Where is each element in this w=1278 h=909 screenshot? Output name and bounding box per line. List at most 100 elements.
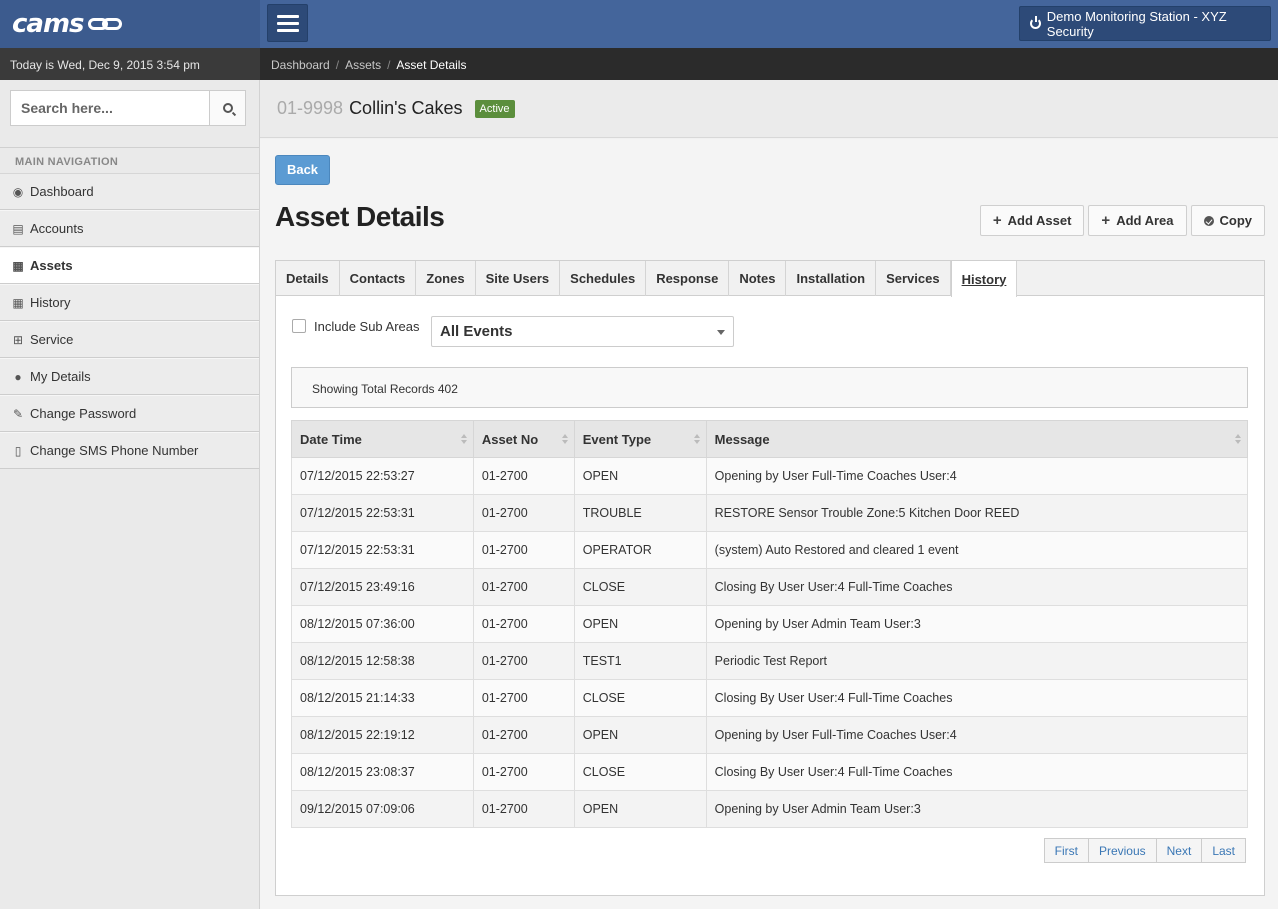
- tab-history[interactable]: History: [950, 261, 1018, 297]
- tab-services[interactable]: Services: [876, 261, 951, 296]
- cell-event-type: TROUBLE: [573, 494, 707, 532]
- cell-asset-no: 01-2700: [472, 531, 575, 569]
- sidebar-item-service[interactable]: ⊞ Service: [0, 321, 259, 358]
- sidebar-item-history[interactable]: ▦ History: [0, 284, 259, 321]
- chain-link-icon: [87, 16, 126, 32]
- calendar-icon: ▦: [12, 295, 24, 310]
- column-date-time[interactable]: Date Time: [291, 420, 474, 458]
- cell-message: RESTORE Sensor Trouble Zone:5 Kitchen Do…: [705, 494, 1249, 532]
- previous-page-button[interactable]: Previous: [1087, 838, 1157, 863]
- check-circle-icon: [1203, 215, 1214, 226]
- hamburger-icon: [276, 14, 299, 18]
- event-type-select[interactable]: All Events: [431, 316, 734, 347]
- cell-date-time: 07/12/2015 23:49:16: [291, 568, 474, 606]
- tab-site-users[interactable]: Site Users: [476, 261, 561, 296]
- next-page-button[interactable]: Next: [1155, 838, 1203, 863]
- pagination: First Previous Next Last: [1043, 838, 1246, 863]
- tab-response[interactable]: Response: [646, 261, 730, 296]
- search-icon: [222, 103, 233, 113]
- sort-icon: [561, 434, 568, 445]
- sidebar: MAIN NAVIGATION ◉ Dashboard ▤ Accounts ▦…: [0, 80, 260, 909]
- status-badge: Active: [474, 99, 515, 118]
- breadcrumb-assets[interactable]: Assets: [345, 58, 381, 72]
- station-label: Demo Monitoring Station - XYZ Security: [1046, 8, 1227, 39]
- cell-event-type: CLOSE: [573, 753, 707, 791]
- breadcrumb-current: Asset Details: [396, 58, 467, 72]
- sort-icon: [460, 434, 467, 445]
- asset-tabs: Details Contacts Zones Site Users Schedu…: [276, 261, 1264, 297]
- tab-installation[interactable]: Installation: [786, 261, 877, 296]
- cell-message: Opening by User Admin Team User:3: [705, 605, 1249, 643]
- search-input[interactable]: [10, 90, 210, 126]
- column-event-type[interactable]: Event Type: [573, 420, 707, 458]
- logo-text: cams: [12, 9, 85, 39]
- history-table: Date Time Asset No Event Type Message 07…: [291, 420, 1249, 828]
- sidebar-item-change-sms[interactable]: ▯ Change SMS Phone Number: [0, 432, 259, 469]
- asset-number: 01-9998: [277, 98, 344, 118]
- sidebar-item-change-password[interactable]: ✎ Change Password: [0, 395, 259, 432]
- table-row[interactable]: 07/12/2015 23:49:16 01-2700 CLOSE Closing B…: [291, 568, 1249, 606]
- tab-schedules[interactable]: Schedules: [560, 261, 647, 296]
- column-message[interactable]: Message: [705, 420, 1249, 458]
- tab-zones[interactable]: Zones: [416, 261, 476, 296]
- main-navigation: ◉ Dashboard ▤ Accounts ▦ Assets ▦ Histor…: [0, 173, 259, 469]
- last-page-button[interactable]: Last: [1201, 838, 1246, 863]
- add-area-button[interactable]: + Add Area: [1088, 205, 1187, 236]
- cell-message: Closing By User User:4 Full-Time Coaches: [705, 568, 1249, 606]
- table-row[interactable]: 07/12/2015 22:53:27 01-2700 OPEN Opening by…: [291, 457, 1249, 495]
- table-row[interactable]: 09/12/2015 07:09:06 01-2700 OPEN Opening by…: [291, 790, 1249, 828]
- sidebar-item-assets[interactable]: ▦ Assets: [0, 247, 259, 284]
- table-row[interactable]: 08/12/2015 21:14:33 01-2700 CLOSE Closing B…: [291, 679, 1249, 717]
- first-page-button[interactable]: First: [1043, 838, 1089, 863]
- station-button[interactable]: Demo Monitoring Station - XYZ Security: [1019, 6, 1271, 41]
- edit-icon: ✎: [12, 406, 24, 421]
- copy-button[interactable]: Copy: [1190, 205, 1265, 236]
- history-filters: Include Sub Areas All Events: [292, 316, 752, 348]
- cell-date-time: 08/12/2015 21:14:33: [291, 679, 474, 717]
- search-box: [10, 90, 246, 126]
- cell-message: Opening by User Full-Time Coaches User:4: [705, 457, 1249, 495]
- breadcrumb-dashboard[interactable]: Dashboard: [271, 58, 330, 72]
- book-icon: ▤: [12, 221, 24, 236]
- sort-icon: [1235, 434, 1241, 445]
- table-row[interactable]: 08/12/2015 23:08:37 01-2700 CLOSE Closing B…: [291, 753, 1249, 791]
- tab-details[interactable]: Details: [276, 261, 340, 296]
- menu-toggle-button[interactable]: [267, 4, 308, 42]
- cell-event-type: OPEN: [573, 605, 707, 643]
- cell-date-time: 09/12/2015 07:09:06: [291, 790, 474, 828]
- tab-notes[interactable]: Notes: [729, 261, 787, 296]
- asset-name: Collin's Cakes: [349, 98, 463, 118]
- building-icon: ▦: [12, 258, 24, 273]
- cell-asset-no: 01-2700: [472, 494, 575, 532]
- sidebar-item-accounts[interactable]: ▤ Accounts: [0, 210, 259, 247]
- search-button[interactable]: [210, 90, 246, 126]
- dashboard-icon: ◉: [12, 184, 24, 199]
- cell-message: Closing By User User:4 Full-Time Coaches: [705, 679, 1249, 717]
- cell-date-time: 08/12/2015 23:08:37: [291, 753, 474, 791]
- cell-event-type: TEST1: [573, 642, 707, 680]
- cell-message: Periodic Test Report: [705, 642, 1249, 680]
- logo[interactable]: cams: [0, 0, 260, 48]
- include-sub-areas-label[interactable]: Include Sub Areas: [314, 319, 420, 334]
- cell-event-type: OPERATOR: [573, 531, 707, 569]
- action-buttons: + Add Asset + Add Area Copy: [979, 205, 1265, 236]
- table-row[interactable]: 07/12/2015 22:53:31 01-2700 OPERATOR (syste…: [291, 531, 1249, 569]
- table-row[interactable]: 08/12/2015 22:19:12 01-2700 OPEN Opening by…: [291, 716, 1249, 754]
- records-count: Showing Total Records 402: [291, 367, 1248, 408]
- back-button[interactable]: Back: [275, 155, 330, 185]
- sidebar-item-dashboard[interactable]: ◉ Dashboard: [0, 173, 259, 210]
- include-sub-areas-checkbox[interactable]: [292, 319, 306, 333]
- sidebar-item-my-details[interactable]: ● My Details: [0, 358, 259, 395]
- add-asset-button[interactable]: + Add Asset: [979, 205, 1085, 236]
- power-icon: [1030, 16, 1041, 29]
- table-row[interactable]: 08/12/2015 07:36:00 01-2700 OPEN Opening by…: [291, 605, 1249, 643]
- tab-contacts[interactable]: Contacts: [340, 261, 417, 296]
- history-table-body: 07/12/2015 22:53:27 01-2700 OPEN Opening by…: [291, 457, 1249, 828]
- cell-date-time: 08/12/2015 22:19:12: [291, 716, 474, 754]
- column-asset-no[interactable]: Asset No: [472, 420, 575, 458]
- table-row[interactable]: 07/12/2015 22:53:31 01-2700 TROUBLE RESTORE…: [291, 494, 1249, 532]
- table-row[interactable]: 08/12/2015 12:58:38 01-2700 TEST1 Periodic …: [291, 642, 1249, 680]
- cell-asset-no: 01-2700: [472, 642, 575, 680]
- cell-message: Closing By User User:4 Full-Time Coaches: [705, 753, 1249, 791]
- cell-asset-no: 01-2700: [472, 605, 575, 643]
